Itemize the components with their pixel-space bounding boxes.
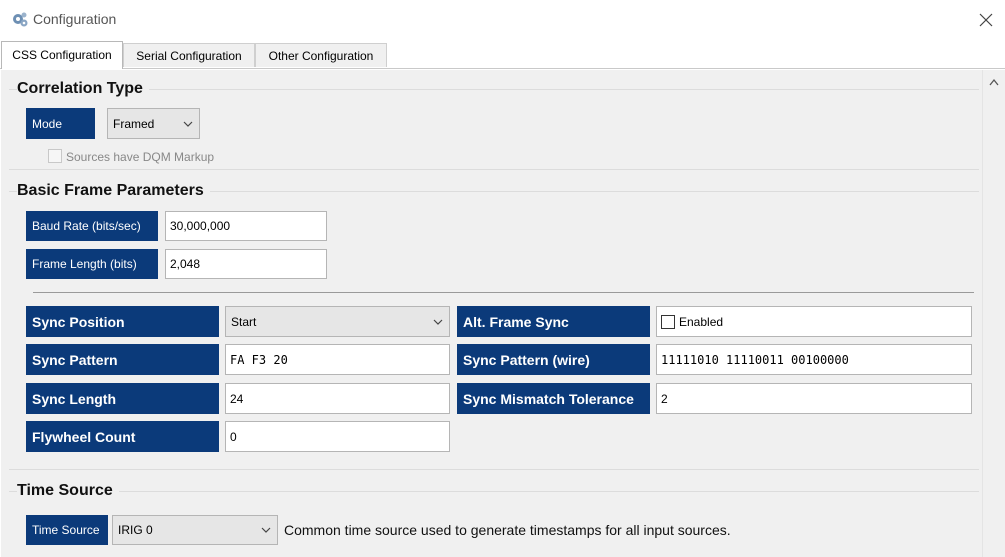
tab-css-configuration[interactable]: CSS Configuration xyxy=(1,41,123,69)
mode-select-value: Framed xyxy=(113,116,155,131)
tab-serial-configuration[interactable]: Serial Configuration xyxy=(123,43,255,67)
mode-select[interactable]: Framed xyxy=(107,108,200,139)
sync-position-select[interactable]: Start xyxy=(225,306,450,337)
gear-cluster-icon xyxy=(13,12,28,27)
alt-frame-sync-field: Enabled xyxy=(656,306,972,337)
chevron-down-icon xyxy=(433,319,443,325)
time-source-select[interactable]: IRIG 0 xyxy=(112,515,278,545)
vertical-scrollbar[interactable] xyxy=(982,70,1005,557)
tab-other-configuration[interactable]: Other Configuration xyxy=(255,43,387,67)
close-icon[interactable] xyxy=(976,10,996,30)
sync-length-input[interactable]: 24 xyxy=(225,383,450,414)
sync-mismatch-tolerance-input[interactable]: 2 xyxy=(656,383,972,414)
sync-pattern-input[interactable]: FA F3 20 xyxy=(225,344,450,375)
sync-length-label: Sync Length xyxy=(26,383,219,414)
alt-frame-sync-enabled-label: Enabled xyxy=(679,315,724,329)
section-title-time-source: Time Source xyxy=(17,482,119,500)
section-separator xyxy=(9,469,979,470)
window-title: Configuration xyxy=(33,11,117,27)
sync-position-value: Start xyxy=(231,314,257,329)
tab-strip: CSS Configuration Serial Configuration O… xyxy=(0,40,1005,69)
mode-label: Mode xyxy=(26,108,95,139)
time-source-help-text: Common time source used to generate time… xyxy=(284,522,731,538)
sync-pattern-wire-input[interactable]: 11111010 11110011 00100000 xyxy=(656,344,972,375)
time-source-label: Time Source xyxy=(26,515,108,545)
flywheel-count-input[interactable]: 0 xyxy=(225,421,450,452)
baud-rate-label: Baud Rate (bits/sec) xyxy=(26,211,158,241)
section-title-basic-frame-parameters: Basic Frame Parameters xyxy=(17,182,210,200)
css-configuration-panel: Correlation Type Mode Framed Sources hav… xyxy=(1,70,982,557)
dqm-markup-checkbox[interactable] xyxy=(48,149,62,163)
sync-pattern-label: Sync Pattern xyxy=(26,344,219,375)
section-title-correlation-type: Correlation Type xyxy=(17,80,149,98)
baud-rate-input[interactable]: 30,000,000 xyxy=(165,211,327,241)
title-bar: Configuration xyxy=(0,0,1005,40)
chevron-up-icon[interactable] xyxy=(989,78,999,86)
chevron-down-icon xyxy=(183,121,193,127)
alt-frame-sync-label: Alt. Frame Sync xyxy=(457,306,650,337)
sync-position-label: Sync Position xyxy=(26,306,219,337)
chevron-down-icon xyxy=(261,527,271,533)
section-border xyxy=(9,89,979,90)
sync-pattern-wire-label: Sync Pattern (wire) xyxy=(457,344,650,375)
dqm-markup-label: Sources have DQM Markup xyxy=(66,150,215,164)
divider xyxy=(33,292,974,293)
sync-mismatch-tolerance-label: Sync Mismatch Tolerance xyxy=(457,383,650,414)
section-separator xyxy=(9,169,979,170)
section-border xyxy=(9,491,979,492)
frame-length-input[interactable]: 2,048 xyxy=(165,249,327,279)
flywheel-count-label: Flywheel Count xyxy=(26,421,219,452)
alt-frame-sync-checkbox[interactable] xyxy=(661,315,675,329)
frame-length-label: Frame Length (bits) xyxy=(26,249,158,279)
time-source-value: IRIG 0 xyxy=(118,523,153,537)
